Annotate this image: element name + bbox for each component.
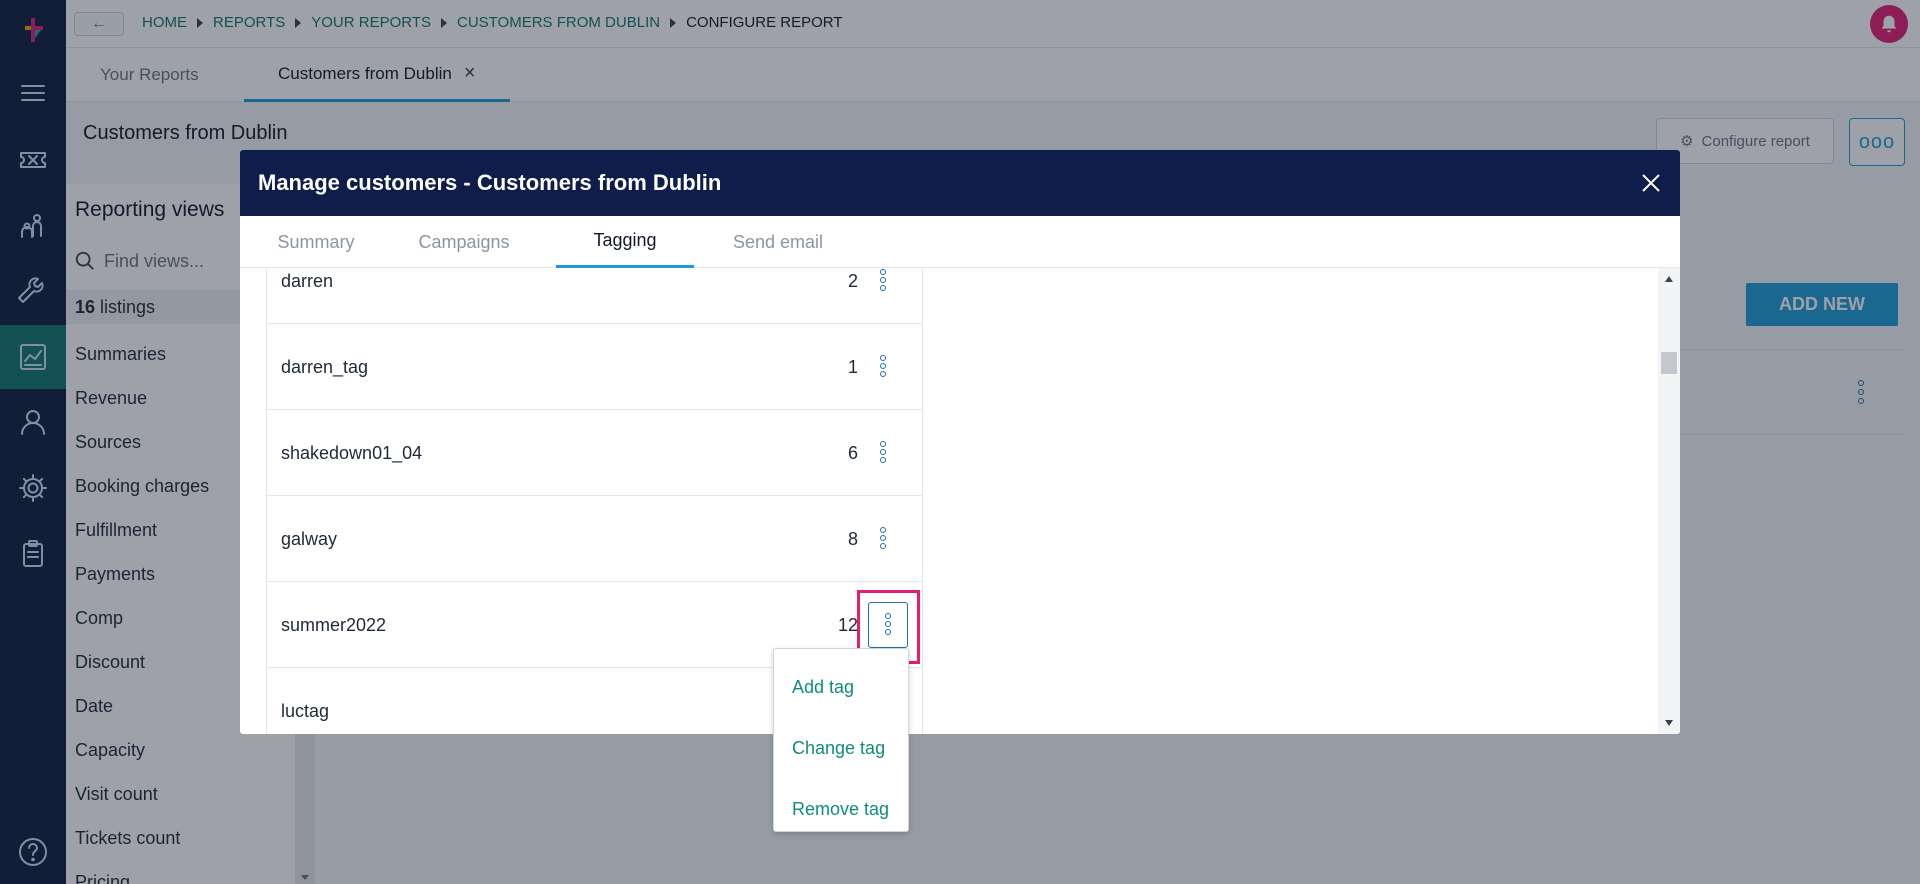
add-tag-menu-item[interactable]: Add tag	[774, 657, 908, 718]
scroll-down-icon[interactable]	[1665, 720, 1673, 726]
dot	[880, 355, 886, 361]
modal-title: Manage customers - Customers from Dublin	[258, 170, 722, 195]
tab-campaigns[interactable]: Campaigns	[402, 216, 526, 268]
dot	[880, 543, 886, 549]
tag-menu-button[interactable]	[870, 438, 896, 468]
tag-count: 6	[847, 442, 858, 463]
tab-send-email[interactable]: Send email	[716, 216, 840, 268]
tab-summary[interactable]: Summary	[258, 216, 374, 268]
tab-tagging[interactable]: Tagging	[556, 216, 694, 268]
tag-name: summer2022	[281, 614, 387, 635]
tag-count: 2	[847, 270, 858, 291]
tag-count: 8	[847, 528, 858, 549]
dot	[880, 363, 886, 369]
tag-options-menu: Add tag Change tag Remove tag	[773, 648, 909, 832]
tag-menu-button[interactable]	[870, 352, 896, 382]
scroll-up-icon[interactable]	[1665, 276, 1673, 282]
modal-scrollbar[interactable]	[1658, 268, 1680, 734]
modal-header: Manage customers - Customers from Dublin	[240, 150, 1680, 216]
tag-name: galway	[281, 528, 338, 549]
manage-customers-modal: Manage customers - Customers from Dublin…	[240, 150, 1680, 734]
tag-name: darren_tag	[281, 356, 369, 377]
modal-tabs: Summary Campaigns Tagging Send email	[240, 216, 1680, 268]
tag-name: shakedown01_04	[281, 442, 423, 463]
scroll-thumb[interactable]	[1661, 352, 1677, 374]
tag-name: darren	[281, 270, 334, 291]
close-icon	[1642, 174, 1660, 192]
dot	[880, 527, 886, 533]
tag-name: luctag	[281, 700, 330, 721]
dot	[880, 441, 886, 447]
modal-close-button[interactable]	[1636, 168, 1666, 198]
dot	[880, 449, 886, 455]
tag-count: 1	[847, 356, 858, 377]
tag-row: darren 2	[267, 268, 922, 324]
dot	[880, 269, 886, 275]
dot	[880, 457, 886, 463]
dot	[880, 277, 886, 283]
tag-row: darren_tag 1	[267, 324, 922, 410]
dot	[880, 371, 886, 377]
dot	[880, 285, 886, 291]
change-tag-menu-item[interactable]: Change tag	[774, 718, 908, 779]
dot	[880, 535, 886, 541]
remove-tag-menu-item[interactable]: Remove tag	[774, 779, 908, 840]
tag-row: shakedown01_04 6	[267, 410, 922, 496]
tag-menu-button[interactable]	[870, 524, 896, 554]
tag-row: galway 8	[267, 496, 922, 582]
tag-menu-button[interactable]	[870, 268, 896, 296]
